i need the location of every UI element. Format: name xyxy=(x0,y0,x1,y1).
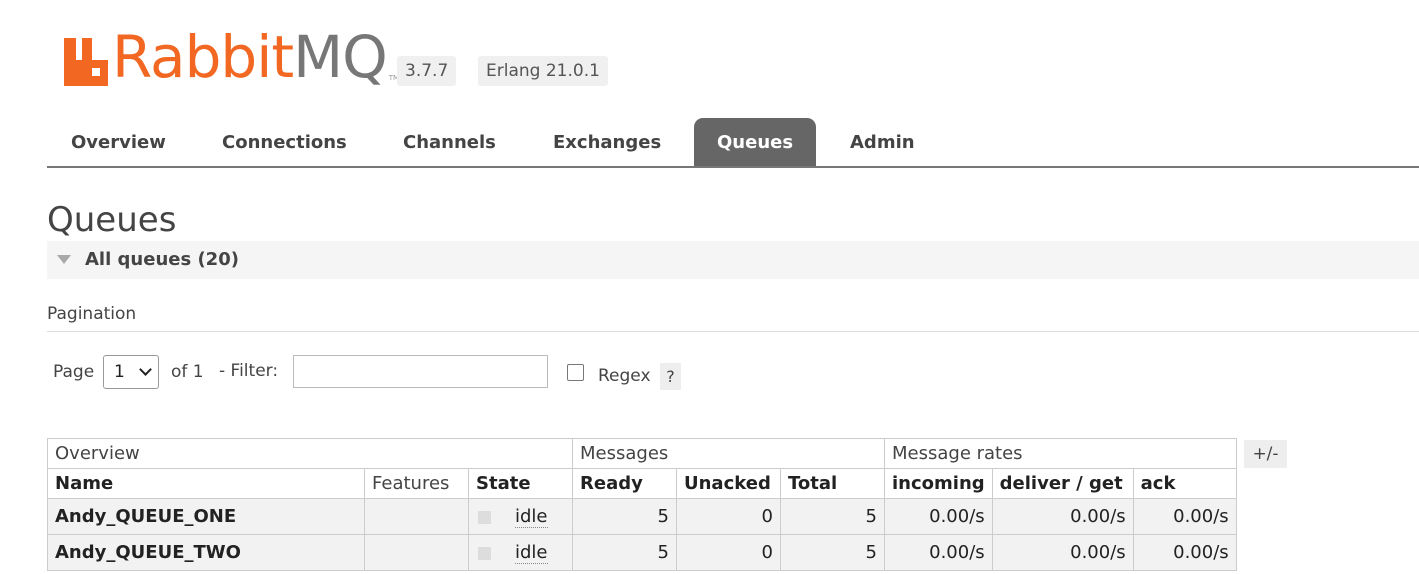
erlang-version-badge: Erlang 21.0.1 xyxy=(478,56,608,86)
all-queues-section-toggle[interactable]: All queues (20) xyxy=(47,241,1419,279)
column-header-incoming[interactable]: incoming xyxy=(884,468,993,499)
column-header-name[interactable]: Name xyxy=(47,468,365,499)
page-select[interactable]: 1 xyxy=(103,355,159,389)
queue-total: 5 xyxy=(780,534,885,571)
queue-state-text: idle xyxy=(515,506,548,528)
queue-total: 5 xyxy=(780,498,885,535)
pagination-divider xyxy=(47,331,1419,332)
queue-features xyxy=(364,498,469,535)
column-header-total[interactable]: Total xyxy=(780,468,885,499)
queue-ack-rate: 0.00/s xyxy=(1132,534,1237,571)
queue-deliver-get-rate: 0.00/s xyxy=(991,498,1134,535)
column-header-unacked[interactable]: Unacked xyxy=(676,468,781,499)
state-indicator-icon xyxy=(478,510,491,524)
queue-state: idle xyxy=(468,498,573,535)
queue-unacked: 0 xyxy=(676,534,781,571)
queue-state: idle xyxy=(468,534,573,571)
regex-label: Regex xyxy=(598,366,651,386)
page-title: Queues xyxy=(47,200,177,240)
group-header-overview: Overview xyxy=(47,438,573,469)
chevron-down-icon xyxy=(139,363,152,376)
tab-queues[interactable]: Queues xyxy=(694,118,817,166)
queue-name-link[interactable]: Andy_QUEUE_TWO xyxy=(47,534,365,571)
page-select-value: 1 xyxy=(114,362,125,382)
pagination-heading: Pagination xyxy=(47,304,137,324)
tab-exchanges[interactable]: Exchanges xyxy=(553,118,661,166)
rabbitmq-logo-icon xyxy=(64,34,108,86)
column-header-state[interactable]: State xyxy=(468,468,573,499)
queue-incoming-rate: 0.00/s xyxy=(884,534,993,571)
table-column-header-row: Name Features State Ready Unacked Total … xyxy=(47,468,1237,499)
filter-label: - Filter: xyxy=(219,361,279,381)
tab-admin[interactable]: Admin xyxy=(850,118,915,166)
filter-input[interactable] xyxy=(293,355,548,388)
column-header-ready[interactable]: Ready xyxy=(572,468,677,499)
rabbitmq-logo: RabbitMQ TM xyxy=(64,26,399,86)
page-of-label: of 1 xyxy=(171,362,204,382)
logo-text: RabbitMQ xyxy=(112,23,388,91)
queue-incoming-rate: 0.00/s xyxy=(884,498,993,535)
table-row[interactable]: Andy_QUEUE_ONE idle 5 0 5 0.00/s 0.00/s … xyxy=(47,498,1237,535)
version-badge: 3.7.7 xyxy=(397,56,457,86)
queue-features xyxy=(364,534,469,571)
column-toggle-button[interactable]: +/- xyxy=(1244,440,1287,468)
table-group-header-row: Overview Messages Message rates xyxy=(47,438,1237,469)
queue-deliver-get-rate: 0.00/s xyxy=(991,534,1134,571)
queue-state-text: idle xyxy=(515,542,548,564)
all-queues-label: All queues (20) xyxy=(85,249,239,270)
queues-table: Overview Messages Message rates Name Fea… xyxy=(47,438,1237,571)
table-row[interactable]: Andy_QUEUE_TWO idle 5 0 5 0.00/s 0.00/s … xyxy=(47,534,1237,571)
queue-ready: 5 xyxy=(572,534,677,571)
queue-name-link[interactable]: Andy_QUEUE_ONE xyxy=(47,498,365,535)
regex-help-button[interactable]: ? xyxy=(660,363,681,390)
tab-overview[interactable]: Overview xyxy=(71,118,166,166)
queue-ready: 5 xyxy=(572,498,677,535)
group-header-messages: Messages xyxy=(572,438,885,469)
collapse-triangle-icon xyxy=(57,255,71,264)
state-indicator-icon xyxy=(478,546,491,560)
main-nav: Overview Connections Channels Exchanges … xyxy=(47,118,1419,168)
column-header-features[interactable]: Features xyxy=(364,468,469,499)
regex-checkbox[interactable] xyxy=(567,364,584,381)
queue-unacked: 0 xyxy=(676,498,781,535)
column-header-ack[interactable]: ack xyxy=(1132,468,1237,499)
tab-channels[interactable]: Channels xyxy=(403,118,496,166)
tab-connections[interactable]: Connections xyxy=(222,118,347,166)
page-label: Page xyxy=(53,362,95,382)
queue-ack-rate: 0.00/s xyxy=(1132,498,1237,535)
column-header-deliver-get[interactable]: deliver / get xyxy=(991,468,1134,499)
group-header-message-rates: Message rates xyxy=(884,438,1237,469)
